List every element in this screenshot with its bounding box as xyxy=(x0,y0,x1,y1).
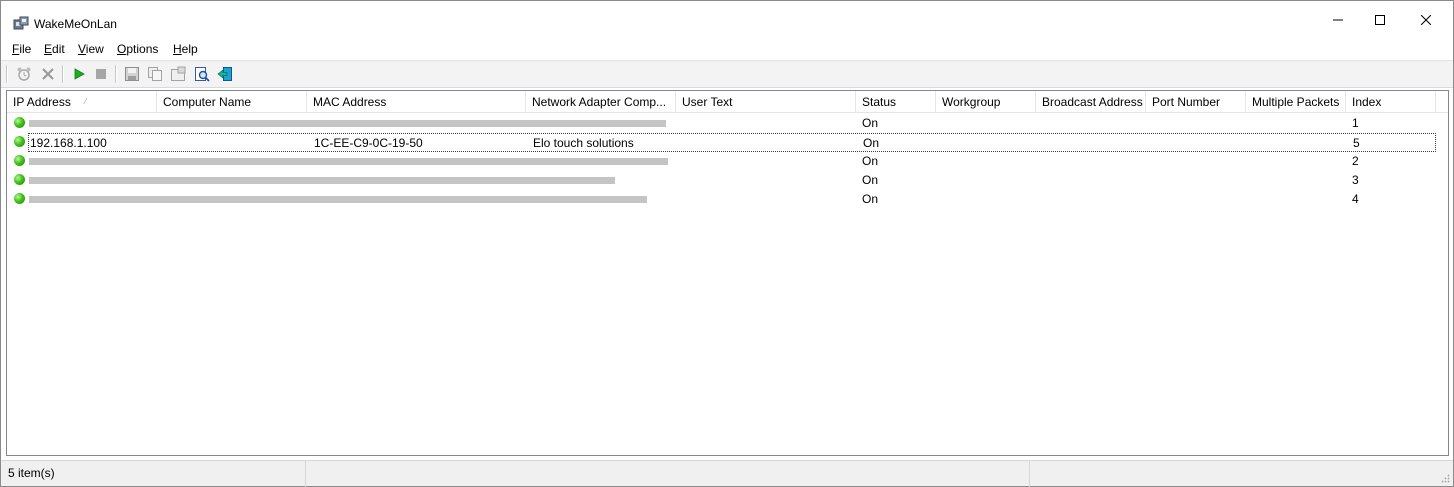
redacted-text xyxy=(29,158,668,165)
item-count: 5 item(s) xyxy=(8,466,55,480)
column-header-workgroup[interactable]: Workgroup xyxy=(936,91,1036,113)
title-bar[interactable]: WakeMeOnLan xyxy=(1,1,1453,39)
column-header-mac-address[interactable]: MAC Address xyxy=(307,91,526,113)
maximize-button[interactable] xyxy=(1357,1,1403,39)
table-row[interactable]: On 2 xyxy=(7,152,1448,171)
status-on-icon xyxy=(14,155,25,166)
exit-icon xyxy=(217,67,232,81)
close-button[interactable] xyxy=(1403,1,1449,39)
mac-address-cell: 1C-EE-C9-0C-19-50 xyxy=(314,136,423,150)
index-cell: 4 xyxy=(1352,192,1359,206)
menu-options[interactable]: Options xyxy=(117,42,158,56)
play-icon xyxy=(74,68,85,80)
status-bar: 5 item(s) xyxy=(1,460,1453,487)
delete-button[interactable] xyxy=(38,65,58,83)
properties-icon xyxy=(171,66,186,81)
copy-icon xyxy=(148,67,162,81)
sort-ascending-icon: ⁄ xyxy=(85,97,87,106)
index-cell: 5 xyxy=(1353,136,1360,150)
app-window: WakeMeOnLan File Edit View Options Help xyxy=(0,0,1454,487)
menu-help[interactable]: Help xyxy=(173,42,198,56)
exit-button[interactable] xyxy=(215,65,235,83)
table-row[interactable]: On 4 xyxy=(7,190,1448,209)
find-icon xyxy=(195,67,210,82)
copy-button[interactable] xyxy=(145,65,165,83)
menu-edit[interactable]: Edit xyxy=(44,42,65,56)
menu-file[interactable]: File xyxy=(12,42,31,56)
toolbar-separator xyxy=(62,65,64,83)
redacted-text xyxy=(29,177,615,184)
column-header-network-adapter-company[interactable]: Network Adapter Comp... xyxy=(526,91,676,113)
ip-address-cell: 192.168.1.100 xyxy=(30,136,107,150)
column-header-status[interactable]: Status xyxy=(856,91,936,113)
window-title: WakeMeOnLan xyxy=(34,17,117,31)
status-cell: On xyxy=(862,192,879,206)
menu-bar: File Edit View Options Help xyxy=(1,39,1453,60)
resize-grip-icon[interactable] xyxy=(1440,473,1450,483)
save-icon xyxy=(125,67,139,81)
maximize-icon xyxy=(1375,15,1385,25)
properties-button[interactable] xyxy=(168,65,188,83)
toolbar xyxy=(1,60,1453,88)
table-row[interactable]: On 3 xyxy=(7,171,1448,190)
delete-icon xyxy=(42,68,54,80)
status-cell: On xyxy=(862,154,879,168)
minimize-icon xyxy=(1333,19,1343,21)
list-header: IP Address ⁄ Computer Name MAC Address Ne… xyxy=(7,91,1448,113)
status-panel xyxy=(306,461,1030,487)
alarm-icon xyxy=(17,67,31,81)
column-header-multiple-packets[interactable]: Multiple Packets xyxy=(1246,91,1346,113)
status-on-icon xyxy=(14,193,25,204)
start-scan-button[interactable] xyxy=(69,65,89,83)
column-header-index[interactable]: Index xyxy=(1346,91,1436,113)
index-cell: 1 xyxy=(1352,116,1359,130)
column-header-ip-address[interactable]: IP Address ⁄ xyxy=(7,91,157,113)
column-header-port-number[interactable]: Port Number xyxy=(1146,91,1246,113)
computers-list[interactable]: IP Address ⁄ Computer Name MAC Address Ne… xyxy=(6,90,1449,456)
stop-icon xyxy=(96,69,106,79)
app-icon xyxy=(13,16,29,32)
find-button[interactable] xyxy=(192,65,212,83)
status-panel xyxy=(1030,461,1440,487)
minimize-button[interactable] xyxy=(1315,1,1361,39)
network-adapter-cell: Elo touch solutions xyxy=(533,136,634,150)
status-cell: On xyxy=(863,136,880,150)
status-cell: On xyxy=(862,173,879,187)
toolbar-grip[interactable] xyxy=(6,65,8,83)
status-on-icon xyxy=(14,136,25,147)
column-header-computer-name[interactable]: Computer Name xyxy=(157,91,307,113)
column-header-broadcast-address[interactable]: Broadcast Address xyxy=(1036,91,1146,113)
status-cell: On xyxy=(862,116,879,130)
wake-button[interactable] xyxy=(14,65,34,83)
column-header-user-text[interactable]: User Text xyxy=(676,91,856,113)
stop-scan-button[interactable] xyxy=(91,65,111,83)
status-on-icon xyxy=(14,174,25,185)
status-panel-count: 5 item(s) xyxy=(1,461,306,487)
table-row[interactable]: On 1 xyxy=(7,114,1448,133)
status-on-icon xyxy=(14,117,25,128)
index-cell: 3 xyxy=(1352,173,1359,187)
redacted-text xyxy=(29,196,647,203)
index-cell: 2 xyxy=(1352,154,1359,168)
redacted-text xyxy=(29,120,666,127)
table-row[interactable]: 192.168.1.100 1C-EE-C9-0C-19-50 Elo touc… xyxy=(28,133,1436,152)
menu-view[interactable]: View xyxy=(78,42,104,56)
save-button[interactable] xyxy=(122,65,142,83)
toolbar-separator xyxy=(115,65,117,83)
close-icon xyxy=(1421,15,1431,25)
